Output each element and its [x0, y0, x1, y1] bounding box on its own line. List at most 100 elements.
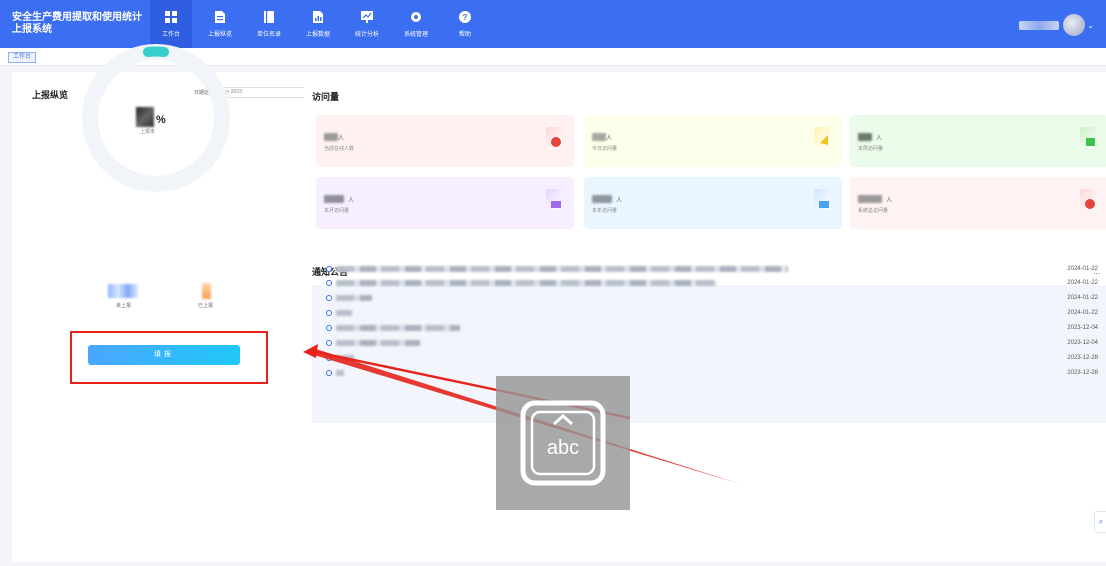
book-icon — [262, 10, 276, 24]
nav-item-label: 帮助 — [458, 32, 471, 38]
reported-count — [202, 283, 211, 299]
notice-date: 2023-12-04 — [1067, 325, 1098, 331]
info-icon — [326, 355, 332, 361]
reported-label: 已上报 — [198, 303, 214, 309]
total-icon — [1080, 189, 1096, 209]
document-icon — [213, 10, 227, 24]
month-icon — [546, 189, 562, 209]
visit-label: 今日访问量 — [592, 146, 618, 152]
percent-sign: % — [156, 114, 166, 126]
info-icon — [326, 280, 332, 286]
info-icon — [326, 325, 332, 331]
chevron-down-icon: ⌄ — [1087, 20, 1094, 30]
not-reported-count — [108, 284, 138, 298]
list-item[interactable]: 2023-12-28 — [312, 367, 1106, 381]
notice-date: 2024-01-22 — [1067, 280, 1098, 286]
keyboard-icon: abc — [520, 400, 606, 486]
avatar — [1063, 14, 1086, 36]
annotation-highlight-box — [70, 331, 268, 384]
nav-item-statistics[interactable]: 统计分析 — [346, 0, 388, 48]
visit-count — [324, 133, 338, 141]
panel-title: 上报纵览 — [32, 90, 69, 100]
nav-item-system-management[interactable]: 系统管理 — [395, 0, 437, 48]
data-document-icon — [311, 10, 325, 24]
nav-item-help[interactable]: ? 帮助 — [444, 0, 486, 48]
list-item[interactable]: 2023-12-28 — [312, 352, 1106, 366]
user-menu[interactable]: ⌄ — [1019, 14, 1094, 36]
info-icon — [326, 310, 332, 316]
list-item[interactable]: 2023-12-04 — [312, 337, 1106, 351]
notice-title — [336, 370, 344, 376]
list-item[interactable]: 2024-01-22 — [312, 307, 1106, 321]
visit-label: 系统总访问量 — [858, 208, 889, 214]
visit-unit: 人 — [886, 198, 893, 204]
keyboard-text: abc — [547, 437, 579, 459]
nav-item-label: 单位名录 — [256, 32, 281, 38]
notice-title — [336, 266, 788, 272]
visit-card-year: 人 本年访问量 — [584, 177, 842, 229]
floating-search-icon[interactable]: ⌕ — [1094, 511, 1106, 533]
visit-count — [592, 195, 612, 203]
week-icon — [1080, 127, 1096, 147]
notice-title — [336, 280, 716, 286]
list-item[interactable]: 2024-01-22 — [312, 277, 1106, 291]
list-item[interactable]: 2024-01-22 — [312, 292, 1106, 306]
app-title-line1: 安全生产费用提取和使用统计 — [12, 12, 142, 23]
visit-label: 本年访问量 — [592, 208, 618, 214]
notice-date: 2023-12-28 — [1067, 370, 1098, 376]
notice-title — [336, 295, 372, 301]
nav-item-label: 上报纵览 — [207, 32, 232, 38]
nav-item-label: 上报数据 — [305, 32, 330, 38]
visit-count — [592, 133, 606, 141]
keyboard-overlay: abc — [496, 376, 630, 510]
svg-text:?: ? — [463, 13, 468, 22]
visit-count — [858, 133, 872, 141]
notice-date: 2024-01-22 — [1067, 295, 1098, 301]
today-icon — [814, 127, 830, 147]
visit-label: 当前在线人数 — [324, 146, 355, 152]
notice-title — [336, 325, 460, 331]
notice-title — [336, 310, 352, 316]
info-icon — [326, 266, 332, 272]
notice-title — [336, 340, 420, 346]
list-item[interactable]: 2024-01-22 — [312, 263, 1106, 277]
not-reported-label: 未上报 — [116, 303, 132, 309]
visit-card-week: 人 本周访问量 — [850, 115, 1106, 167]
visit-unit: 人 — [876, 136, 883, 142]
visit-unit: 人 — [348, 198, 355, 204]
year-icon — [814, 189, 830, 209]
nav-item-unit-directory[interactable]: 单位名录 — [248, 0, 290, 48]
notice-date: 2024-01-22 — [1067, 266, 1098, 272]
info-icon — [326, 370, 332, 376]
nav-item-label: 系统管理 — [403, 32, 428, 38]
info-icon — [326, 295, 332, 301]
notice-title — [336, 355, 354, 361]
online-icon — [546, 127, 562, 147]
chart-icon — [360, 10, 374, 24]
visit-count — [858, 195, 882, 203]
nav-item-label: 统计分析 — [354, 32, 379, 38]
notice-date: 2024-01-22 — [1067, 310, 1098, 316]
info-icon — [326, 340, 332, 346]
app-title-line2: 上报系统 — [12, 24, 52, 35]
visit-unit: 人 — [338, 136, 345, 142]
visit-card-month: 人 本月访问量 — [316, 177, 574, 229]
notice-date: 2023-12-28 — [1067, 355, 1098, 361]
visit-unit: 人 — [616, 198, 623, 204]
notice-date: 2023-12-04 — [1067, 340, 1098, 346]
grid-icon — [164, 10, 178, 24]
report-rate-label: 上报率 — [140, 129, 156, 135]
visit-label: 本月访问量 — [324, 208, 350, 214]
visit-label: 本周访问量 — [858, 146, 884, 152]
visits-title: 访问量 — [312, 92, 340, 102]
help-icon: ? — [458, 10, 472, 24]
visit-card-total: 人 系统总访问量 — [850, 177, 1106, 229]
nav-item-report-data[interactable]: 上报数据 — [297, 0, 339, 48]
list-item[interactable]: 2023-12-04 — [312, 322, 1106, 336]
app-title: 安全生产费用提取和使用统计 上报系统 — [0, 12, 150, 36]
gear-icon — [409, 10, 423, 24]
visit-card-online: 人 当前在线人数 — [316, 115, 574, 167]
visit-count — [324, 195, 344, 203]
visit-card-today: 人 今日访问量 — [584, 115, 842, 167]
tab-workbench[interactable]: 工作台 — [8, 52, 37, 63]
